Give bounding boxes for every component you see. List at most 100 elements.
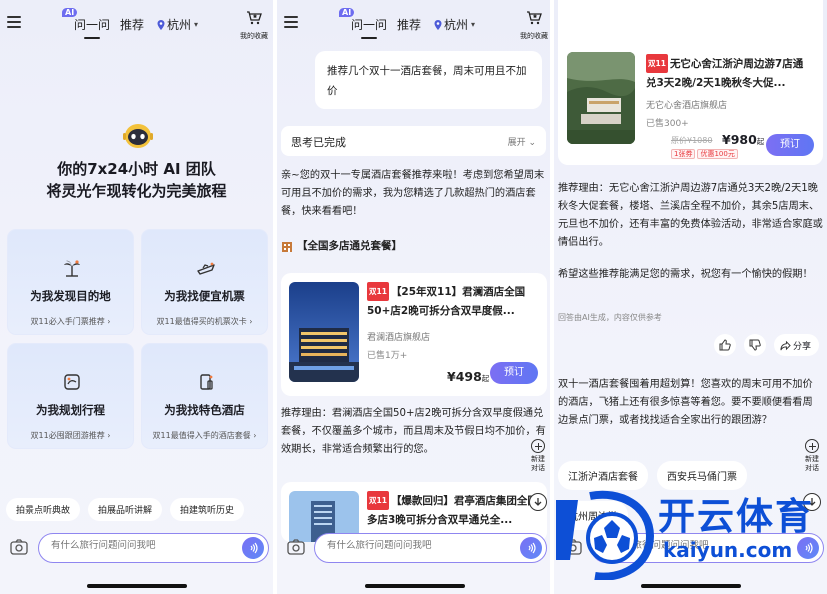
hotel-photo: [567, 52, 635, 144]
arrow-down-icon: [534, 498, 542, 506]
price-value: ¥980: [722, 132, 757, 147]
voice-button[interactable]: [520, 537, 542, 559]
palm-island-icon: [64, 260, 80, 277]
expand-toggle[interactable]: 展开 ⌄: [508, 135, 536, 148]
thinking-status-bar[interactable]: 思考已完成 展开 ⌄: [281, 126, 546, 156]
voice-wave-icon: [528, 542, 536, 554]
user-message-bubble: 推荐几个双十一酒店套餐，周末可用且不加价: [315, 51, 542, 109]
new-chat-button[interactable]: 新建 对话: [800, 439, 824, 473]
camera-icon[interactable]: [287, 539, 305, 555]
ai-robot-mascot-icon: [123, 124, 153, 148]
tab-recommend[interactable]: 推荐: [397, 16, 421, 33]
tab-wenwen[interactable]: 问一问: [74, 16, 110, 39]
feature-subtitle[interactable]: 双11必囤跟团游推荐 ›: [8, 430, 133, 441]
feature-card-destination[interactable]: 为我发现目的地 双11必入手门票推荐 ›: [7, 229, 134, 335]
city-selector[interactable]: 杭州 ▾: [157, 16, 198, 33]
thumbs-down-icon: [749, 339, 761, 351]
coupon-count: 1张券: [671, 149, 696, 159]
feature-title: 为我发现目的地: [30, 289, 111, 303]
feature-title: 为我找便宜机票: [164, 289, 245, 303]
assistant-intro: 亲~您的双十一专属酒店套餐推荐来啦！考虑到您希望周末可用且不加价的需求，我为您精…: [281, 170, 545, 217]
chat-input-bar[interactable]: [38, 533, 269, 563]
watermark-text: 开云体育: [658, 495, 814, 538]
chip-scenic-story[interactable]: 拍景点听典故: [6, 498, 81, 521]
tab-wenwen[interactable]: 问一问: [351, 16, 387, 39]
price-suffix: 起: [756, 137, 765, 146]
top-header: AI 问一问 推荐 杭州 ▾ 我的收藏: [277, 8, 553, 44]
closing-wish: 希望这些推荐能满足您的需求，祝您有一个愉快的假期！: [558, 269, 813, 280]
expand-label: 展开: [507, 138, 526, 148]
watermark: 开云体育 kaiyun.com: [548, 486, 827, 584]
chat-input[interactable]: [51, 540, 221, 551]
chip-architecture-history[interactable]: 拍建筑听历史: [170, 498, 245, 521]
assistant-followup: 双十一酒店套餐囤着用超划算！您喜欢的周末可用不加价的酒店，飞猪上还有很多惊喜等着…: [558, 379, 813, 426]
voice-button[interactable]: [242, 537, 264, 559]
card-title: 双11 无它心舍江浙沪周边游7店通兑3天2晚/2天1晚秋冬大促...: [646, 54, 813, 93]
location-pin-icon: [434, 19, 442, 30]
feature-title: 为我找特色酒店: [164, 403, 245, 417]
share-label: 分享: [792, 341, 811, 352]
hotel-icon: [200, 374, 213, 390]
feature-subtitle[interactable]: 双11必入手门票推荐 ›: [8, 316, 133, 327]
city-label: 杭州: [444, 18, 469, 32]
screen-home: AI 问一问 推荐 杭州 ▾ 我的收藏 你的7x24小时 AI 团队 将灵光乍现…: [0, 0, 273, 594]
menu-icon[interactable]: [7, 16, 21, 28]
feature-title: 为我规划行程: [36, 403, 105, 417]
like-button[interactable]: [713, 334, 736, 356]
tab-recommend[interactable]: 推荐: [120, 16, 144, 33]
favorites-label: 我的收藏: [240, 32, 268, 40]
card-title: 双11 【爆款回归】君亭酒店集团全国多店3晚可拆分含双早通兑全...: [367, 491, 539, 530]
share-arrow-icon: [780, 340, 791, 350]
book-button[interactable]: 预订: [490, 362, 538, 384]
home-indicator: [640, 584, 741, 588]
city-label: 杭州: [167, 18, 192, 32]
section-title-text: 【全国多店通兑套餐】: [297, 240, 402, 252]
feature-subtitle[interactable]: 双11最值得买的机票次卡 ›: [142, 316, 267, 327]
feature-card-itinerary[interactable]: 为我规划行程 双11必囤跟团游推荐 ›: [7, 343, 134, 449]
itinerary-icon: [64, 374, 80, 390]
home-indicator: [365, 584, 465, 588]
card-shop[interactable]: 无它心舍酒店旗舰店: [646, 98, 727, 111]
chip-exhibit-guide[interactable]: 拍展品听讲解: [88, 498, 163, 521]
chevron-down-icon: ▾: [471, 20, 476, 29]
recommend-reason: 推荐理由：君澜酒店全国50+店2晚可拆分含双早度假通兑套餐，不仅覆盖多个城市，而…: [281, 408, 546, 455]
dislike-button[interactable]: [743, 334, 766, 356]
double11-tag: 双11: [367, 282, 389, 301]
hero-line-1: 你的7x24小时 AI 团队: [57, 160, 216, 178]
card-price: ¥498起: [447, 369, 489, 384]
feature-card-hotel[interactable]: 为我找特色酒店 双11最值得入手的酒店套餐 ›: [141, 343, 268, 449]
camera-icon[interactable]: [10, 539, 28, 555]
double11-tag: 双11: [367, 491, 389, 510]
scroll-down-button[interactable]: [529, 493, 547, 511]
hotel-card-junlan[interactable]: 双11 【25年双11】君澜酒店全国50+店2晚可拆分含双早度假... 君澜酒店旗…: [281, 273, 547, 396]
favorites-button[interactable]: 我的收藏: [518, 10, 550, 41]
favorites-button[interactable]: 我的收藏: [238, 10, 270, 41]
chat-input-bar[interactable]: [314, 533, 547, 563]
new-chat-label: 新建 对话: [805, 455, 819, 472]
menu-icon[interactable]: [284, 16, 298, 28]
hotel-card-wuta[interactable]: 双11 无它心舍江浙沪周边游7店通兑3天2晚/2天1晚秋冬大促... 无它心舍酒店…: [558, 0, 823, 165]
chat-input[interactable]: [327, 540, 497, 551]
card-price: ¥980起: [722, 132, 764, 147]
card-sold: 已售1万+: [367, 351, 408, 361]
thumbs-up-icon: [719, 339, 731, 351]
share-button[interactable]: 分享: [773, 334, 819, 356]
book-button[interactable]: 预订: [766, 134, 814, 156]
screen-chat-results: AI 问一问 推荐 杭州 ▾ 我的收藏 推荐几个双十一酒店套餐，周末可用且不加价…: [277, 0, 553, 594]
hero-title: 你的7x24小时 AI 团队 将灵光乍现转化为完美旅程: [0, 158, 273, 202]
cart-star-icon: [247, 11, 262, 25]
hero-line-2: 将灵光乍现转化为完美旅程: [46, 182, 227, 200]
new-chat-button[interactable]: 新建 对话: [526, 439, 550, 473]
home-indicator: [86, 584, 187, 588]
recommend-reason: 推荐理由：无它心舍江浙沪周边游7店通兑3天2晚/2天1晚秋冬大促套餐，楼塔、兰溪…: [558, 183, 823, 248]
feature-subtitle[interactable]: 双11最值得入手的酒店套餐 ›: [142, 430, 267, 441]
thinking-status: 思考已完成: [291, 136, 346, 149]
card-title-text: 【爆款回归】君亭酒店集团全国多店3晚可拆分含双早通兑全...: [367, 495, 538, 526]
city-selector[interactable]: 杭州 ▾: [434, 16, 475, 33]
airplane-icon: [197, 262, 215, 275]
feature-card-flight[interactable]: 为我找便宜机票 双11最值得买的机票次卡 ›: [141, 229, 268, 335]
coupon-badges: 1张券 优惠100元: [671, 149, 740, 159]
chevron-down-icon: ⌄: [528, 138, 536, 148]
card-sold: 已售300+: [646, 119, 689, 129]
card-shop[interactable]: 君澜酒店旗舰店: [367, 330, 430, 343]
